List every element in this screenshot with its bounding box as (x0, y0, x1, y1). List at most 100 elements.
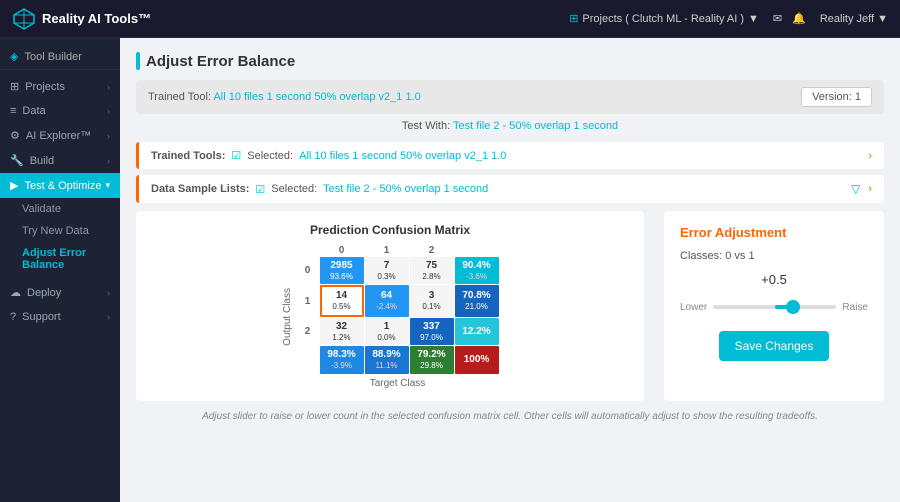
sidebar: ◈ Tool Builder ⊞ Projects › ≡ Data › ⚙ A… (0, 38, 120, 502)
confusion-matrix-section: Prediction Confusion Matrix Output Class… (136, 211, 644, 401)
cell-1-1[interactable]: 64-2.4% (365, 285, 409, 316)
project-selector[interactable]: ⊞ Projects ( Clutch ML - Reality AI ) ▼ (569, 12, 759, 25)
data-selected-label: Selected: (271, 183, 317, 195)
support-label: Support (22, 311, 61, 323)
row-label-2: 2 (297, 318, 319, 345)
trained-tools-label: Trained Tools: (151, 150, 225, 162)
slider-thumb[interactable] (786, 300, 800, 314)
matrix-title: Prediction Confusion Matrix (148, 223, 632, 237)
header: Reality AI Tools™ ⊞ Projects ( Clutch ML… (0, 0, 900, 38)
corner-cell (297, 245, 319, 256)
slider-value: +0.5 (680, 272, 868, 287)
classes-label: Classes: 0 vs 1 (680, 250, 868, 262)
data-sample-selected: Test file 2 - 50% overlap 1 second (323, 183, 488, 195)
trained-tool-label: Trained Tool: All 10 files 1 second 50% … (148, 91, 421, 103)
title-bar-accent (136, 52, 140, 70)
cell-1-2[interactable]: 30.1% (410, 285, 454, 316)
sidebar-item-data[interactable]: ≡ Data › (0, 99, 120, 123)
user-menu[interactable]: Reality Jeff ▼ (820, 13, 888, 25)
sidebar-subitem-try-new-data[interactable]: Try New Data (0, 220, 120, 242)
sidebar-item-deploy[interactable]: ☁ Deploy › (0, 280, 120, 305)
project-chevron: ▼ (748, 13, 759, 25)
row-chevron-right[interactable]: › (868, 150, 872, 162)
tool-builder-header: ◈ Tool Builder (0, 44, 120, 70)
y-axis-label: Output Class (282, 288, 293, 346)
error-adj-title: Error Adjustment (680, 225, 868, 240)
page-title-text: Adjust Error Balance (146, 53, 295, 70)
build-chevron: › (107, 156, 110, 166)
cell-2-0[interactable]: 321.2% (320, 318, 364, 345)
data-sample-label: Data Sample Lists: (151, 183, 249, 195)
slider-track (713, 305, 836, 309)
ai-explorer-icon: ⚙ (10, 129, 20, 142)
slider-container[interactable] (713, 297, 836, 317)
selected-label: Selected: (247, 150, 293, 162)
page-title: Adjust Error Balance (136, 52, 884, 70)
support-icon: ? (10, 311, 16, 323)
grid-icon: ⊞ (569, 12, 578, 25)
try-new-data-label: Try New Data (22, 225, 89, 237)
project-label: Projects ( Clutch ML - Reality AI ) (582, 13, 744, 25)
trained-tool-info: Trained Tool: All 10 files 1 second 50% … (148, 91, 421, 103)
tool-builder-label: Tool Builder (24, 51, 81, 63)
col-header-total (455, 245, 499, 256)
raise-label: Raise (842, 302, 868, 313)
sidebar-item-support[interactable]: ? Support › (0, 305, 120, 329)
cell-0-0[interactable]: 298593.6% (320, 257, 364, 284)
projects-icon: ⊞ (10, 80, 19, 93)
validate-label: Validate (22, 203, 61, 215)
test-optimize-chevron: ▾ (105, 180, 110, 191)
cell-1-total: 70.8%21.0% (455, 285, 499, 316)
build-label: Build (30, 155, 54, 167)
matrix-wrapper: Output Class 0 1 2 0 (148, 245, 632, 389)
tool-builder-icon: ◈ (10, 50, 18, 63)
logo-icon (12, 7, 36, 31)
cell-0-total: 90.4%-3.6% (455, 257, 499, 284)
main-content: Adjust Error Balance Trained Tool: All 1… (120, 38, 900, 502)
cell-total-1: 88.9%11.1% (365, 346, 409, 373)
cell-0-2[interactable]: 752.8% (410, 257, 454, 284)
sidebar-subitem-adjust-error[interactable]: Adjust Error Balance (0, 242, 120, 276)
test-optimize-icon: ▶ (10, 179, 18, 192)
cell-0-1[interactable]: 70.3% (365, 257, 409, 284)
logo: Reality AI Tools™ (12, 7, 151, 31)
sidebar-subitem-validate[interactable]: Validate (0, 198, 120, 220)
sidebar-item-ai-explorer[interactable]: ⚙ AI Explorer™ › (0, 123, 120, 148)
checkbox-icon: ☑ (231, 149, 241, 162)
trained-tool-value[interactable]: All 10 files 1 second 50% overlap v2_1 1… (213, 91, 420, 103)
header-right: ⊞ Projects ( Clutch ML - Reality AI ) ▼ … (569, 12, 888, 25)
filter-icon[interactable]: ▽ (851, 182, 860, 196)
test-with-value[interactable]: Test file 2 - 50% overlap 1 second (453, 120, 618, 132)
save-changes-button[interactable]: Save Changes (719, 331, 830, 361)
version-button[interactable]: Version: 1 (801, 87, 872, 107)
sidebar-item-build[interactable]: 🔧 Build › (0, 148, 120, 173)
user-label: Reality Jeff (820, 13, 874, 25)
cell-total-2: 79.2%29.8% (410, 346, 454, 373)
cell-total-0: 98.3%-3.9% (320, 346, 364, 373)
sidebar-item-test-optimize[interactable]: ▶ Test & Optimize ▾ (0, 173, 120, 198)
logo-text: Reality AI Tools™ (42, 11, 151, 26)
test-with-label: Test With: (402, 120, 450, 132)
cell-1-0[interactable]: 140.5% (320, 285, 364, 316)
header-icons: ✉ 🔔 (773, 12, 806, 25)
deploy-icon: ☁ (10, 286, 21, 299)
cell-total-total: 100% (455, 346, 499, 373)
row-label-total (297, 346, 319, 373)
cell-2-2[interactable]: 33797.0% (410, 318, 454, 345)
test-with-line: Test With: Test file 2 - 50% overlap 1 s… (136, 120, 884, 132)
sidebar-item-projects[interactable]: ⊞ Projects › (0, 74, 120, 99)
data-row-chevron[interactable]: › (868, 183, 872, 195)
cell-2-total: 12.2% (455, 318, 499, 345)
adjust-error-label: Adjust Error Balance (22, 247, 86, 271)
matrix-grid: 0 1 2 0 298593.6% 70.3% (297, 245, 499, 374)
checkbox-icon2: ☑ (255, 183, 265, 196)
mail-icon[interactable]: ✉ (773, 12, 782, 25)
trained-tools-selected: All 10 files 1 second 50% overlap v2_1 1… (299, 150, 506, 162)
lower-label: Lower (680, 302, 707, 313)
user-chevron: ▼ (877, 13, 888, 25)
ai-explorer-label: AI Explorer™ (26, 130, 91, 142)
col-header-1: 1 (365, 245, 409, 256)
data-sample-row: Data Sample Lists: ☑ Selected: Test file… (136, 175, 884, 203)
bell-icon[interactable]: 🔔 (792, 12, 806, 25)
cell-2-1[interactable]: 10.0% (365, 318, 409, 345)
